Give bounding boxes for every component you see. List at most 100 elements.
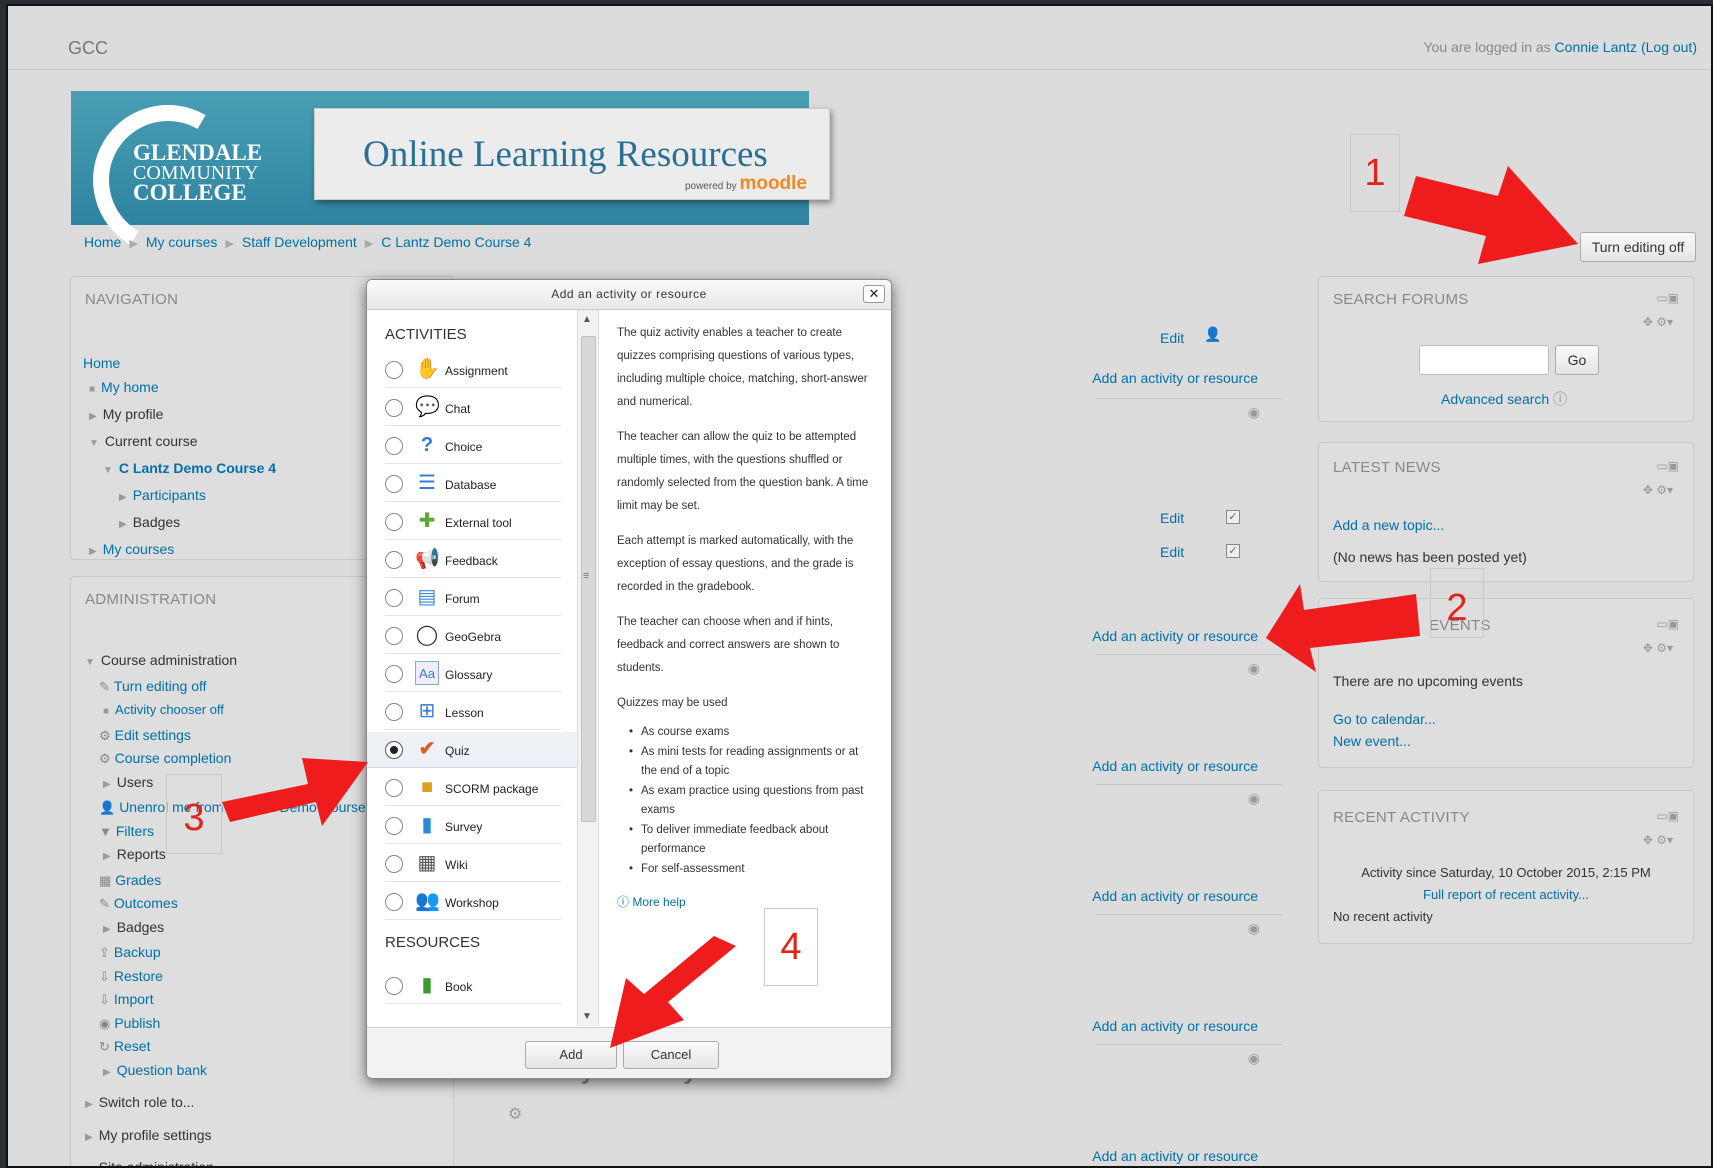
option-wiki[interactable]: ▦ Wiki (385, 846, 561, 882)
admin-outcomes[interactable]: Outcomes (114, 895, 178, 911)
radio-button[interactable] (385, 361, 403, 379)
admin-reset[interactable]: Reset (114, 1038, 151, 1054)
radio-button[interactable] (385, 779, 403, 797)
option-external-tool[interactable]: ✚ External tool (385, 504, 561, 540)
more-help-link[interactable]: ⓘ More help (617, 891, 877, 914)
cancel-button[interactable]: Cancel (623, 1041, 719, 1069)
block-move-config-icon[interactable]: ✥ ⚙▾ (1643, 315, 1673, 329)
eye-icon[interactable]: ◉ (1248, 790, 1260, 807)
expand-icon[interactable]: ▶ (85, 1164, 93, 1166)
expand-icon[interactable]: ▶ (119, 492, 127, 503)
option-survey[interactable]: ▮ Survey (385, 808, 561, 844)
add-activity-link[interactable]: Add an activity or resource (1092, 888, 1258, 904)
radio-button[interactable] (385, 817, 403, 835)
admin-profile-settings[interactable]: My profile settings (99, 1127, 212, 1143)
nav-participants[interactable]: Participants (133, 487, 206, 503)
admin-switch-role[interactable]: Switch role to... (99, 1094, 195, 1110)
radio-button[interactable] (385, 855, 403, 873)
admin-turn-editing-off[interactable]: Turn editing off (114, 678, 207, 694)
radio-button[interactable] (385, 589, 403, 607)
nav-my-home[interactable]: My home (101, 379, 159, 395)
block-move-config-icon[interactable]: ✥ ⚙▾ (1643, 833, 1673, 847)
breadcrumb-my-courses[interactable]: My courses (146, 234, 218, 250)
add-activity-link[interactable]: Add an activity or resource (1092, 370, 1258, 386)
block-dock-icon[interactable]: ▭▣ (1656, 291, 1679, 305)
radio-button[interactable] (385, 513, 403, 531)
option-glossary[interactable]: Aa Glossary (385, 656, 561, 692)
expand-icon[interactable]: ▶ (89, 411, 97, 422)
gear-icon[interactable]: ⚙ (508, 1104, 522, 1124)
breadcrumb-home[interactable]: Home (84, 234, 121, 250)
radio-button[interactable] (385, 437, 403, 455)
admin-filters[interactable]: Filters (116, 823, 154, 839)
turn-editing-button[interactable]: Turn editing off (1580, 232, 1696, 262)
search-forums-input[interactable] (1419, 345, 1549, 375)
completion-checkbox[interactable]: ✓ (1226, 510, 1240, 524)
edit-menu[interactable]: Edit (1160, 544, 1184, 560)
admin-users[interactable]: Users (117, 774, 154, 790)
radio-button[interactable] (385, 475, 403, 493)
option-choice[interactable]: ? Choice (385, 428, 561, 464)
block-move-config-icon[interactable]: ✥ ⚙▾ (1643, 641, 1673, 655)
option-scorm-package[interactable]: ■ SCORM package (385, 770, 561, 806)
site-name[interactable]: GCC (68, 38, 108, 59)
nav-my-courses[interactable]: My courses (103, 541, 175, 557)
user-link[interactable]: Connie Lantz (1555, 39, 1638, 55)
option-quiz[interactable]: ✔ Quiz (367, 732, 577, 768)
collapse-icon[interactable]: ▼ (89, 438, 99, 449)
option-lesson[interactable]: ⊞ Lesson (385, 694, 561, 730)
add-topic-link[interactable]: Add a new topic... (1333, 517, 1444, 533)
option-assignment[interactable]: ✋ Assignment (385, 352, 561, 388)
expand-icon[interactable]: ▶ (103, 1067, 111, 1078)
admin-site-administration[interactable]: Site administration (99, 1159, 214, 1166)
admin-course-administration[interactable]: Course administration (101, 652, 237, 668)
add-activity-link[interactable]: Add an activity or resource (1092, 1148, 1258, 1164)
advanced-search-link[interactable]: Advanced search ⓘ (1441, 389, 1567, 409)
radio-button[interactable] (385, 703, 403, 721)
breadcrumb-staff-development[interactable]: Staff Development (242, 234, 357, 250)
scroll-down-icon[interactable]: ▼ (582, 1011, 592, 1022)
radio-button-selected[interactable] (385, 741, 403, 759)
admin-restore[interactable]: Restore (114, 968, 163, 984)
edit-menu[interactable]: Edit (1160, 510, 1184, 526)
option-database[interactable]: ☰ Database (385, 466, 561, 502)
collapse-icon[interactable]: ▼ (103, 465, 113, 476)
admin-backup[interactable]: Backup (114, 944, 161, 960)
option-chat[interactable]: 💬 Chat (385, 390, 561, 426)
block-dock-icon[interactable]: ▭▣ (1656, 459, 1679, 473)
block-move-config-icon[interactable]: ✥ ⚙▾ (1643, 483, 1673, 497)
admin-course-completion[interactable]: Course completion (115, 750, 232, 766)
nav-home[interactable]: Home (83, 355, 120, 371)
eye-icon[interactable]: ◉ (1248, 920, 1260, 937)
options-scrollbar[interactable]: ▲ ≡ ▼ (577, 310, 599, 1026)
radio-button[interactable] (385, 551, 403, 569)
option-feedback[interactable]: 📢 Feedback (385, 542, 561, 578)
eye-icon[interactable]: ◉ (1248, 660, 1260, 677)
expand-icon[interactable]: ▶ (85, 1099, 93, 1110)
admin-reports[interactable]: Reports (117, 846, 166, 862)
radio-button[interactable] (385, 893, 403, 911)
eye-icon[interactable]: ◉ (1248, 1050, 1260, 1067)
expand-icon[interactable]: ▶ (103, 779, 111, 790)
add-activity-link[interactable]: Add an activity or resource (1092, 628, 1258, 644)
option-workshop[interactable]: 👥 Workshop (385, 884, 561, 920)
admin-question-bank[interactable]: Question bank (117, 1062, 207, 1078)
expand-icon[interactable]: ▶ (85, 1132, 93, 1143)
nav-badges[interactable]: Badges (133, 514, 180, 530)
admin-edit-settings[interactable]: Edit settings (115, 727, 191, 743)
radio-button[interactable] (385, 399, 403, 417)
logout-link[interactable]: (Log out) (1641, 39, 1697, 55)
admin-grades[interactable]: Grades (115, 872, 161, 888)
radio-button[interactable] (385, 977, 403, 995)
admin-badges[interactable]: Badges (117, 919, 164, 935)
full-report-link[interactable]: Full report of recent activity... (1319, 887, 1693, 902)
scroll-up-icon[interactable]: ▲ (582, 314, 592, 325)
nav-current-course[interactable]: Current course (105, 433, 198, 449)
admin-activity-chooser-off[interactable]: Activity chooser off (115, 702, 224, 717)
expand-icon[interactable]: ▶ (103, 924, 111, 935)
option-geogebra[interactable]: ◯ GeoGebra (385, 618, 561, 654)
admin-import[interactable]: Import (114, 991, 154, 1007)
radio-button[interactable] (385, 665, 403, 683)
admin-publish[interactable]: Publish (114, 1015, 160, 1031)
expand-icon[interactable]: ▶ (89, 546, 97, 557)
